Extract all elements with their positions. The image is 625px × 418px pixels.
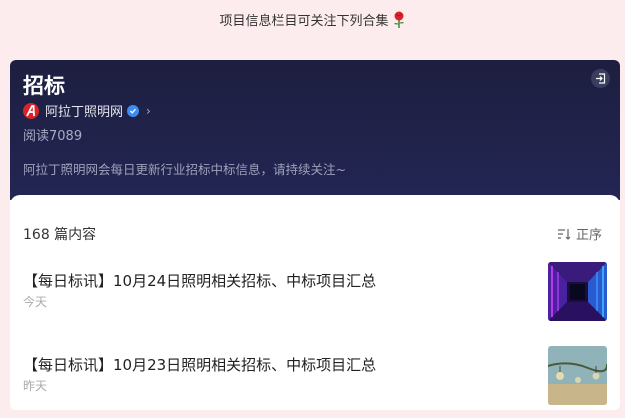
article-title: 【每日标讯】10月23日照明相关招标、中标项目汇总 [23,356,377,374]
article-date: 昨天 [23,379,48,393]
collection-tip-text: 项目信息栏目可关注下列合集 [219,14,389,29]
collection-tip: 项目信息栏目可关注下列合集 [0,10,625,29]
article-date: 今天 [23,295,48,309]
author-logo-icon [23,102,39,119]
article-title: 【每日标讯】10月24日照明相关招标、中标项目汇总 [23,272,377,290]
verified-icon [127,104,140,117]
sort-icon [557,228,571,240]
collection-header: 招标 阿拉丁照明网 › 阅读7089 阿拉丁照明网会每日更新行业招标中标信息，请… [10,60,620,200]
article-count: 168 篇内容 [23,227,97,243]
read-count: 阅读7089 [23,129,83,144]
article-list: 168 篇内容 正序 【每日标讯】10月24日照明相关招标、中标项目汇总 今天 [10,195,620,410]
list-item[interactable]: 【每日标讯】10月23日照明相关招标、中标项目汇总 昨天 [23,346,607,406]
author-link[interactable]: 阿拉丁照明网 › [23,101,151,120]
chevron-right-icon: › [146,103,151,118]
collection-card: 招标 阿拉丁照明网 › 阅读7089 阿拉丁照明网会每日更新行业招标中标信息，请… [10,60,620,410]
exit-icon [596,73,606,84]
author-name: 阿拉丁照明网 [45,105,124,120]
rose-icon [393,11,404,28]
exit-button[interactable] [591,69,610,88]
collection-title: 招标 [23,74,65,98]
article-thumbnail [548,262,607,321]
list-item[interactable]: 【每日标讯】10月24日照明相关招标、中标项目汇总 今天 [23,262,607,322]
collection-description: 阿拉丁照明网会每日更新行业招标中标信息，请持续关注~ [23,162,346,177]
sort-label: 正序 [575,228,602,243]
article-thumbnail [548,346,607,405]
sort-button[interactable]: 正序 [557,224,602,243]
